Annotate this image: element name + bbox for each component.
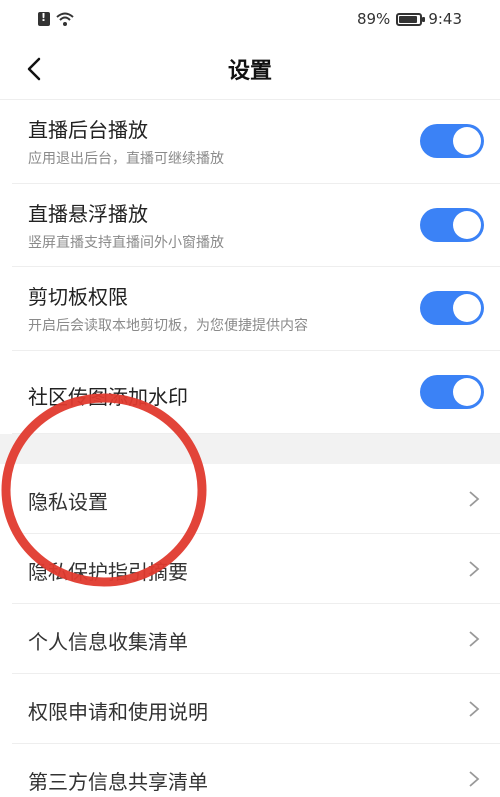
link-label: 权限申请和使用说明 [28, 700, 208, 724]
link-label: 隐私保护指引摘要 [28, 560, 188, 584]
setting-title: 剪切板权限 [28, 285, 128, 309]
sim-alert-icon [38, 11, 50, 26]
chevron-right-icon [469, 491, 480, 507]
toggle-knob [453, 210, 481, 239]
status-bar: 89% 9:43 [0, 0, 500, 38]
toggle-switch[interactable] [420, 207, 484, 242]
setting-subtitle: 竖屏直播支持直播间外小窗播放 [28, 234, 224, 251]
toggle-switch[interactable] [420, 124, 484, 158]
battery-icon [396, 12, 426, 26]
nav-bar: 设置 [0, 38, 500, 100]
toggle-switch[interactable] [420, 291, 484, 325]
battery-percent: 89% [356, 10, 391, 28]
link-privacy-guide-summary[interactable]: 隐私保护指引摘要 [12, 534, 500, 604]
chevron-right-icon [469, 561, 480, 577]
link-privacy-settings[interactable]: 隐私设置 [12, 464, 500, 534]
setting-community-watermark: 社区传图添加水印 [12, 351, 500, 434]
link-personal-info-list[interactable]: 个人信息收集清单 [12, 604, 500, 674]
setting-live-background-play: 直播后台播放 应用退出后台，直播可继续播放 [12, 100, 500, 184]
toggle-knob [453, 294, 481, 322]
link-label: 隐私设置 [28, 490, 108, 514]
link-permission-instructions[interactable]: 权限申请和使用说明 [12, 674, 500, 744]
wifi-icon [56, 12, 74, 26]
clock: 9:43 [428, 10, 462, 28]
setting-live-floating-play: 直播悬浮播放 竖屏直播支持直播间外小窗播放 [12, 184, 500, 267]
toggle-knob [453, 127, 481, 155]
link-third-party-sharing-list[interactable]: 第三方信息共享清单 [12, 744, 500, 797]
setting-subtitle: 应用退出后台，直播可继续播放 [28, 151, 224, 167]
setting-clipboard-permission: 剪切板权限 开启后会读取本地剪切板，为您便捷提供内容 [12, 267, 500, 351]
status-left [38, 11, 74, 26]
setting-title: 直播悬浮播放 [28, 201, 148, 226]
settings-list: 直播后台播放 应用退出后台，直播可继续播放 直播悬浮播放 竖屏直播支持直播间外小… [0, 100, 500, 797]
battery-level [399, 15, 418, 23]
setting-subtitle: 开启后会读取本地剪切板，为您便捷提供内容 [28, 318, 308, 334]
setting-title: 社区传图添加水印 [28, 384, 188, 409]
chevron-left-icon[interactable] [22, 56, 48, 82]
link-label: 第三方信息共享清单 [28, 770, 208, 794]
toggle-switch[interactable] [420, 374, 484, 409]
chevron-right-icon [469, 701, 480, 717]
section-divider [0, 434, 500, 464]
page-title: 设置 [227, 58, 272, 84]
toggle-knob [453, 377, 481, 406]
setting-title: 直播后台播放 [28, 118, 148, 142]
link-label: 个人信息收集清单 [28, 630, 188, 654]
chevron-right-icon [469, 631, 480, 647]
chevron-right-icon [469, 771, 480, 787]
status-right: 89% 9:43 [357, 10, 462, 28]
